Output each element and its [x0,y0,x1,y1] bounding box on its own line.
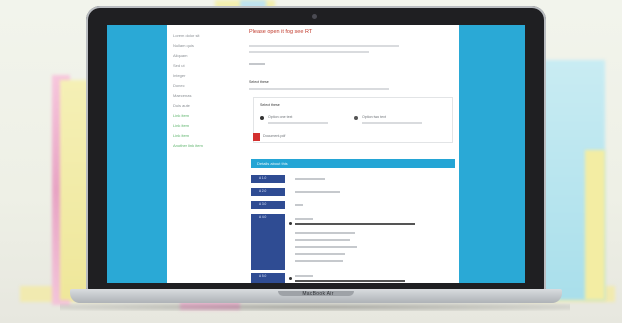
table-row-line [295,223,415,225]
table-cell-text: A 1.0 [259,176,267,180]
bullet-icon [289,222,292,225]
table-row-label-cell: A 2.0 [251,188,285,196]
table-row-label-cell: A 5.0 [251,273,285,283]
sidebar-item[interactable]: Nullam quis [167,41,243,51]
sidebar-item[interactable]: Maecenas [167,91,243,101]
bullet-icon [289,277,292,280]
laptop-shadow [60,303,570,311]
sidebar-item[interactable]: Integer [167,71,243,81]
sidebar-item[interactable]: Sed ut [167,61,243,71]
table-row-line [295,239,350,241]
details-bar[interactable]: Details about this [251,159,455,168]
table-cell-text: A 3.0 [259,202,267,206]
sidebar: Lorem dolor sit Nullam quis Aliquam Sed … [167,25,243,283]
option-a-desc [268,122,328,124]
table-row-line [295,253,345,255]
option-b-desc [362,122,422,124]
sidebar-link[interactable]: Another link item [167,141,243,151]
sidebar-item[interactable]: Donec [167,81,243,91]
sidebar-link[interactable]: Link item [167,121,243,131]
paragraph-line [249,45,399,47]
radio-option-b[interactable] [354,116,358,120]
table-row-label-cell: A 1.0 [251,175,285,183]
radio-option-a[interactable] [260,116,264,120]
page-gutter-right [459,25,525,283]
sidebar-item[interactable]: Lorem dolor sit [167,31,243,41]
table-row-line [295,275,313,277]
card-heading: Select these [260,103,280,107]
pdf-icon[interactable] [253,133,260,141]
table-row-line [295,178,325,180]
table-cell-text: A 5.0 [259,274,267,278]
laptop-screen: Lorem dolor sit Nullam quis Aliquam Sed … [107,25,525,283]
page-gutter-left [107,25,167,283]
table-row-line [295,246,357,248]
details-bar-label: Details about this [257,161,288,166]
page-title: Please open it fog see RT [249,29,313,35]
option-b-label: Option two text [362,115,386,119]
paragraph-line [249,63,265,65]
main-content: Please open it fog see RT Select these S… [247,25,457,283]
paragraph-line [249,51,369,53]
table-cell-text: A 4.0 [259,215,267,219]
table-row-line [295,218,313,220]
sidebar-link[interactable]: Link item [167,131,243,141]
table-row-label-cell: A 4.0 [251,214,285,270]
sidebar-item[interactable]: Duis aute [167,101,243,111]
table-row-line [295,280,405,282]
laptop-brand-label: MacBook Air [302,291,334,297]
table-row-line [295,260,343,262]
camera-icon [312,14,317,19]
paragraph-line [249,88,389,90]
decor-streak-yellow-right [585,150,605,300]
option-a-label: Option one text [268,115,293,119]
section-title: Select these [249,80,269,84]
sidebar-item[interactable]: Aliquam [167,51,243,61]
table-row-line [295,204,303,206]
table-row-line [295,232,355,234]
attachment-label[interactable]: Document.pdf [263,134,285,138]
sidebar-link[interactable]: Link item [167,111,243,121]
table-cell-text: A 2.0 [259,189,267,193]
table-row-line [295,191,340,193]
table-row-label-cell: A 3.0 [251,201,285,209]
